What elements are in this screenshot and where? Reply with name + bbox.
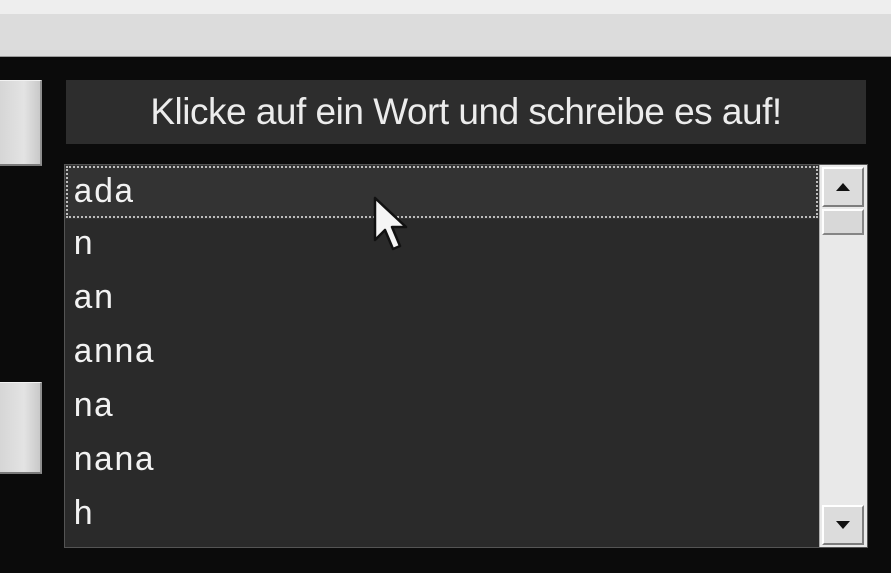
- word-list-item[interactable]: anna: [65, 327, 819, 381]
- scroll-thumb[interactable]: [822, 209, 864, 235]
- word-list-item[interactable]: an: [65, 273, 819, 327]
- scroll-up-button[interactable]: [822, 167, 864, 207]
- side-button-lower[interactable]: [0, 382, 42, 474]
- instruction-banner: Klicke auf ein Wort und schreibe es auf!: [66, 80, 866, 144]
- top-toolbar: [0, 0, 891, 57]
- scroll-down-button[interactable]: [822, 505, 864, 545]
- word-list-items: ada n an anna na nana h: [65, 165, 819, 543]
- word-list-item[interactable]: h: [65, 489, 819, 543]
- side-button-upper[interactable]: [0, 80, 42, 166]
- word-list-item[interactable]: na: [65, 381, 819, 435]
- arrow-down-icon: [836, 521, 850, 529]
- word-list-item[interactable]: n: [65, 219, 819, 273]
- word-listbox[interactable]: ada n an anna na nana h: [64, 164, 868, 548]
- vertical-scrollbar[interactable]: [819, 165, 867, 547]
- arrow-up-icon: [836, 183, 850, 191]
- word-list-item[interactable]: nana: [65, 435, 819, 489]
- instruction-text: Klicke auf ein Wort und schreibe es auf!: [150, 91, 782, 132]
- word-list-item-selected[interactable]: ada: [65, 165, 819, 219]
- top-toolbar-edge: [0, 0, 891, 14]
